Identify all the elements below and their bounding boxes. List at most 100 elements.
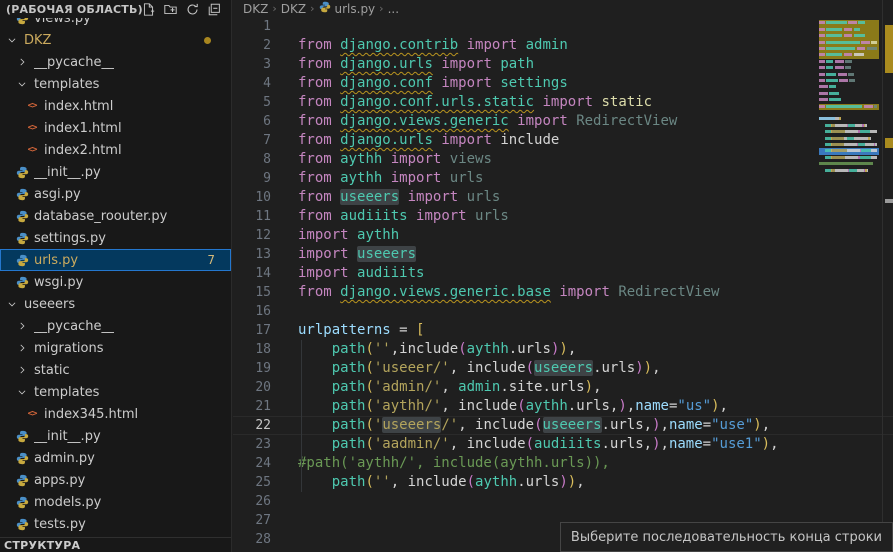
line-number[interactable]: 3 [233, 55, 271, 74]
code-area[interactable]: 12 from django.contrib import admin 3 from … [233, 17, 893, 549]
line-content[interactable]: urlpatterns = [ [298, 321, 424, 340]
line-number[interactable]: 20 [233, 378, 271, 397]
tree-item-DKZ[interactable]: DKZ [0, 29, 231, 51]
line-content[interactable]: from django.urls import path [298, 55, 534, 74]
code-line-14[interactable]: 14 import audiiits [233, 264, 893, 283]
line-number[interactable]: 5 [233, 93, 271, 112]
line-content[interactable]: from aythh import urls [298, 169, 483, 188]
code-line-12[interactable]: 12import aythh [233, 226, 893, 245]
code-line-3[interactable]: 3 from django.urls import path [233, 55, 893, 74]
line-number[interactable]: 8 [233, 150, 271, 169]
line-number[interactable]: 1 [233, 17, 271, 36]
code-line-25[interactable]: 25 path('', include(aythh.urls)), [233, 473, 893, 492]
tree-item-migrations[interactable]: migrations [0, 337, 231, 359]
tree-item-index345.html[interactable]: <>index345.html [0, 403, 231, 425]
line-content[interactable]: path('aadmin/', include(audiiits.urls,),… [298, 435, 779, 454]
code-line-10[interactable]: 10 from useeers import urls [233, 188, 893, 207]
line-content[interactable]: path('useeers/', include(useeers.urls,),… [298, 416, 770, 435]
line-content[interactable]: from django.urls import include [298, 131, 559, 150]
line-number[interactable]: 22 [233, 416, 271, 435]
minimap[interactable] [819, 0, 879, 552]
line-content[interactable]: path('admin/', admin.site.urls), [298, 378, 602, 397]
workspace-section-header[interactable]: (РАБОЧАЯ ОБЛАСТЬ) ... [0, 0, 231, 18]
tree-item-settings.py[interactable]: settings.py [0, 227, 231, 249]
line-number[interactable]: 11 [233, 207, 271, 226]
breadcrumb-folder[interactable]: DKZ [281, 2, 306, 16]
line-content[interactable]: from django.views.generic import Redirec… [298, 112, 677, 131]
code-line-8[interactable]: 8from aythh import views [233, 150, 893, 169]
tree-item-wsgi.py[interactable]: wsgi.py [0, 271, 231, 293]
tree-item-database_roouter.py[interactable]: database_roouter.py [0, 205, 231, 227]
line-content[interactable]: from django.conf.urls.static import stat… [298, 93, 652, 112]
tree-item-useeers[interactable]: useeers [0, 293, 231, 315]
tree-item-templates[interactable]: templates [0, 73, 231, 95]
line-number[interactable]: 4 [233, 74, 271, 93]
tree-item-urls.py[interactable]: urls.py7 [0, 249, 231, 271]
line-number[interactable]: 16 [233, 302, 271, 321]
line-number[interactable]: 6 [233, 112, 271, 131]
line-number[interactable]: 12 [233, 226, 271, 245]
line-content[interactable]: from django.views.generic.base import Re… [298, 283, 719, 302]
line-content[interactable]: import audiiits [298, 264, 424, 283]
line-number[interactable]: 25 [233, 473, 271, 492]
tree-item-index1.html[interactable]: <>index1.html [0, 117, 231, 139]
line-content[interactable]: path('aythh/', include(aythh.urls,),name… [298, 397, 728, 416]
code-line-21[interactable]: 21 path('aythh/', include(aythh.urls,),n… [233, 397, 893, 416]
code-line-23[interactable]: 23 path('aadmin/', include(audiiits.urls… [233, 435, 893, 454]
tree-item-tests.py[interactable]: tests.py [0, 513, 231, 535]
code-line-26[interactable]: 26 [233, 492, 893, 511]
code-line-7[interactable]: 7 from django.urls import include [233, 131, 893, 150]
line-number[interactable]: 19 [233, 359, 271, 378]
tree-item-static[interactable]: static [0, 359, 231, 381]
line-content[interactable]: import useeers [298, 245, 416, 264]
code-line-22[interactable]: 22 path('useeers/', include(useeers.urls… [233, 416, 893, 435]
outline-section-header[interactable]: СТРУКТУРА [0, 537, 232, 552]
tree-item-__init__.py[interactable]: __init__.py [0, 161, 231, 183]
line-content[interactable]: path('',include(aythh.urls)), [298, 340, 576, 359]
code-line-16[interactable]: 16 [233, 302, 893, 321]
tree-item-__init__.py[interactable]: __init__.py [0, 425, 231, 447]
tree-item-apps.py[interactable]: apps.py [0, 469, 231, 491]
line-number[interactable]: 27 [233, 511, 271, 530]
code-line-6[interactable]: 6 from django.views.generic import Redire… [233, 112, 893, 131]
line-number[interactable]: 24 [233, 454, 271, 473]
tree-item-__pycache__[interactable]: __pycache__ [0, 51, 231, 73]
tree-item-index.html[interactable]: <>index.html [0, 95, 231, 117]
line-content[interactable]: #path('aythh/', include(aythh.urls)), [298, 454, 610, 473]
code-line-18[interactable]: 18 path('',include(aythh.urls)), [233, 340, 893, 359]
line-content[interactable]: from audiiits import urls [298, 207, 509, 226]
line-number[interactable]: 2 [233, 36, 271, 55]
code-line-4[interactable]: 4 from django.conf import settings [233, 74, 893, 93]
code-line-20[interactable]: 20 path('admin/', admin.site.urls), [233, 378, 893, 397]
new-folder-icon[interactable] [164, 3, 177, 16]
line-number[interactable]: 28 [233, 530, 271, 549]
line-number[interactable]: 10 [233, 188, 271, 207]
tree-item-models.py[interactable]: models.py [0, 491, 231, 513]
code-line-11[interactable]: 11 from audiiits import urls [233, 207, 893, 226]
line-number[interactable]: 13 [233, 245, 271, 264]
line-number[interactable]: 9 [233, 169, 271, 188]
refresh-icon[interactable] [186, 3, 199, 16]
line-content[interactable]: from useeers import urls [298, 188, 500, 207]
collapse-all-icon[interactable] [208, 3, 221, 16]
code-line-19[interactable]: 19 path('useeer/', include(useeers.urls)… [233, 359, 893, 378]
line-number[interactable]: 23 [233, 435, 271, 454]
line-content[interactable]: from django.contrib import admin [298, 36, 568, 55]
line-number[interactable]: 14 [233, 264, 271, 283]
line-number[interactable]: 7 [233, 131, 271, 150]
code-line-24[interactable]: 24 #path('aythh/', include(aythh.urls)), [233, 454, 893, 473]
code-line-1[interactable]: 1 [233, 17, 893, 36]
line-number[interactable]: 18 [233, 340, 271, 359]
line-number[interactable]: 21 [233, 397, 271, 416]
code-line-2[interactable]: 2 from django.contrib import admin [233, 36, 893, 55]
line-content[interactable]: from django.conf import settings [298, 74, 568, 93]
tree-item-index2.html[interactable]: <>index2.html [0, 139, 231, 161]
line-number[interactable]: 17 [233, 321, 271, 340]
code-line-9[interactable]: 9 from aythh import urls [233, 169, 893, 188]
breadcrumb-file[interactable]: urls.py [335, 2, 376, 16]
code-line-17[interactable]: 17 urlpatterns = [ [233, 321, 893, 340]
line-number[interactable]: 26 [233, 492, 271, 511]
line-number[interactable]: 15 [233, 283, 271, 302]
tree-item-asgi.py[interactable]: asgi.py [0, 183, 231, 205]
breadcrumb-folder[interactable]: DKZ [243, 2, 268, 16]
